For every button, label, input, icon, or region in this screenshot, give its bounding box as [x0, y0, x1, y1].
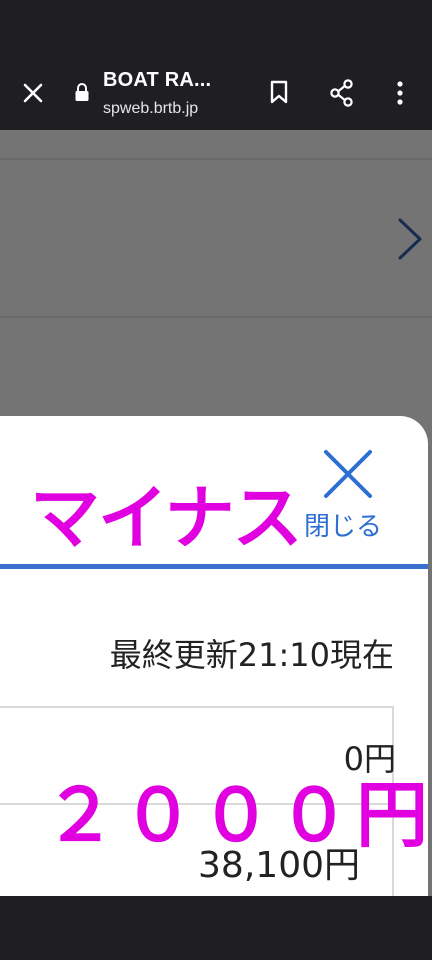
page-url[interactable]: spweb.brtb.jp — [103, 100, 198, 118]
header-divider — [0, 564, 428, 569]
share-icon[interactable] — [328, 78, 356, 108]
more-options-icon[interactable] — [390, 78, 410, 108]
system-navigation-bar — [0, 896, 432, 960]
lock-icon — [75, 83, 89, 101]
last-updated-text: 最終更新21:10現在 — [109, 636, 394, 674]
overlay-caption-minus: マイナス — [30, 477, 303, 559]
overlay-caption-amount: ２０００円 — [44, 773, 432, 857]
page-title[interactable]: BOAT RA... — [103, 69, 211, 92]
status-bar — [0, 0, 432, 58]
close-icon[interactable] — [18, 78, 48, 108]
bookmark-icon[interactable] — [266, 78, 292, 106]
close-icon[interactable] — [320, 446, 376, 502]
browser-toolbar: BOAT RA... spweb.brtb.jp — [0, 58, 432, 130]
close-button-label[interactable]: 閉じる — [304, 506, 382, 543]
